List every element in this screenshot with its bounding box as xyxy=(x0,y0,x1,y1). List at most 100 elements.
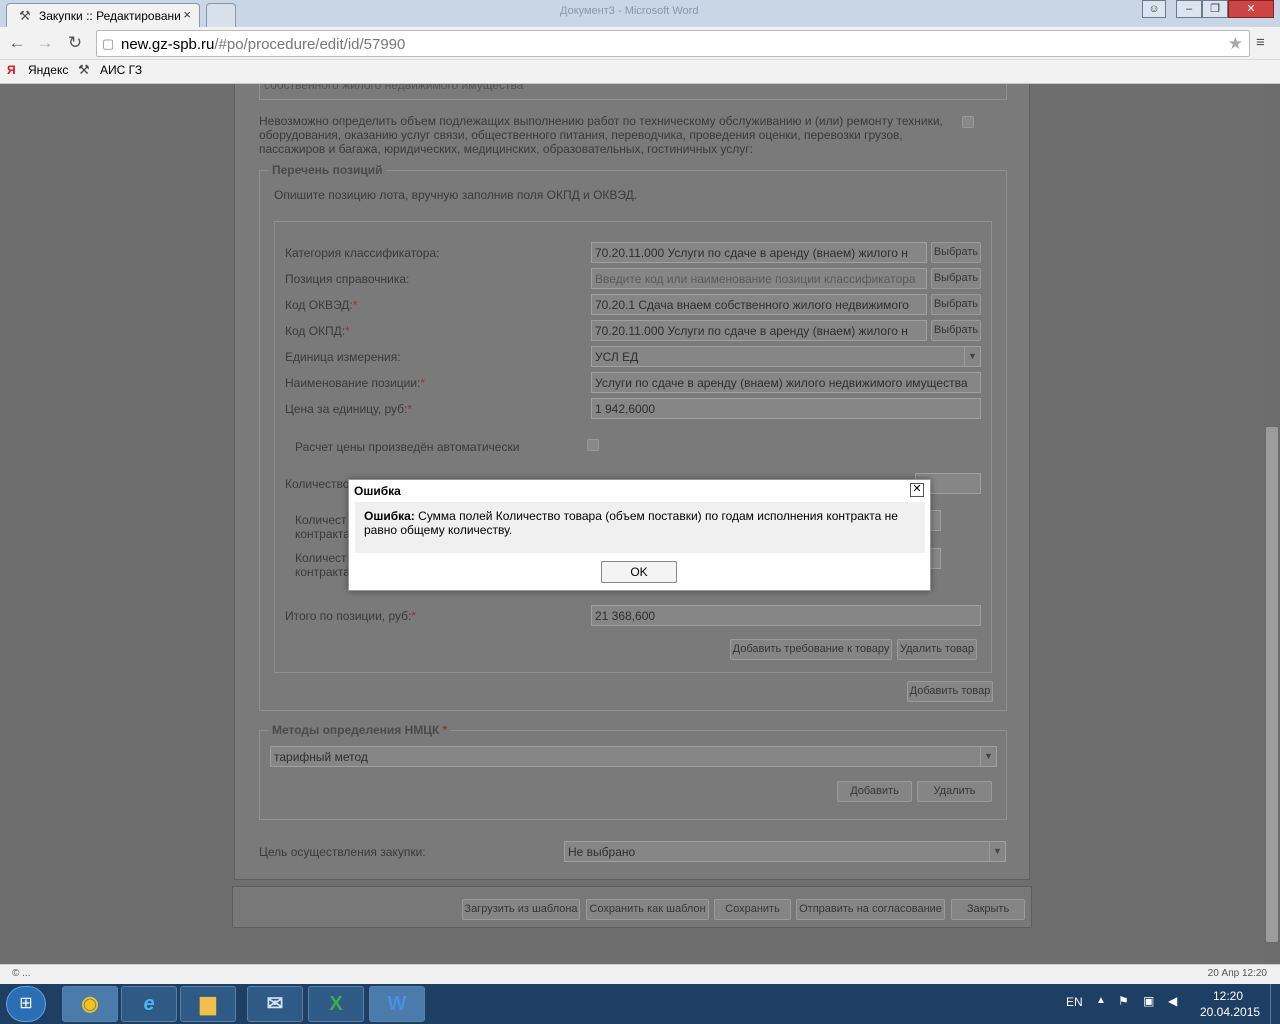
taskbar-ie[interactable]: e xyxy=(121,986,177,1022)
taskbar-chrome[interactable]: ◉ xyxy=(62,986,118,1022)
name-input[interactable]: Услуги по сдаче в аренду (внаем) жилого … xyxy=(591,372,981,393)
delete-item-button[interactable]: Удалить товар xyxy=(897,639,977,660)
okpd-label: Код ОКПД:* xyxy=(285,324,350,338)
clock-time[interactable]: 12:20 xyxy=(1213,989,1243,1003)
positions-fieldset: Перечень позиций Опишите позицию лота, в… xyxy=(259,163,1007,711)
tab-active[interactable]: ⚒ Закупки :: Редактировани × xyxy=(6,3,200,27)
menu-icon[interactable]: ≡ xyxy=(1256,34,1265,51)
status-datetime: 20 Апр 12:20 xyxy=(1207,968,1267,979)
choose-okpd-button[interactable]: Выбрать xyxy=(931,320,981,341)
positions-legend: Перечень позиций xyxy=(268,163,387,177)
price-label-text: Цена за единицу, руб: xyxy=(285,402,408,416)
qty-year1-label: Количест контракта xyxy=(295,513,350,541)
total-label: Итого по позиции, руб:* xyxy=(285,609,416,623)
add-requirement-button[interactable]: Добавить требование к товару xyxy=(730,639,892,660)
taskbar-word[interactable]: W xyxy=(369,986,425,1022)
cannot-determine-label: Невозможно определить объем подлежащих в… xyxy=(259,114,943,156)
required-mark: * xyxy=(411,609,417,623)
nmck-fieldset: Методы определения НМЦК * тарифный метод… xyxy=(259,723,1007,820)
save-as-template-button[interactable]: Сохранить как шаблон xyxy=(586,899,709,920)
okpd-input[interactable]: 70.20.11.000 Услуги по сдаче в аренду (в… xyxy=(591,320,927,341)
required-mark: * xyxy=(442,723,448,737)
chevron-down-icon: ▼ xyxy=(989,842,1005,861)
positions-hint: Опишите позицию лота, вручную заполнив п… xyxy=(274,188,638,202)
show-desktop-button[interactable] xyxy=(1270,984,1280,1024)
address-bar[interactable]: ▢ new.gz-spb.ru/#po/procedure/edit/id/57… xyxy=(96,30,1250,57)
status-left: © ... xyxy=(12,968,31,979)
unit-select[interactable]: УСЛ ЕД ▼ xyxy=(591,346,981,367)
url-host: new.gz-spb.ru xyxy=(121,36,215,53)
clock-date[interactable]: 20.04.2015 xyxy=(1200,1005,1260,1019)
save-button[interactable]: Сохранить xyxy=(714,899,791,920)
close-icon[interactable]: ✕ xyxy=(910,483,924,497)
cannot-determine-checkbox[interactable] xyxy=(962,116,974,128)
page-scrollbar[interactable] xyxy=(1264,84,1280,964)
ok-button[interactable]: OK xyxy=(601,561,677,583)
back-arrow-icon[interactable]: ← xyxy=(6,32,28,54)
qty-year1-label-a: Количест xyxy=(295,513,347,527)
category-input[interactable]: 70.20.11.000 Услуги по сдаче в аренду (в… xyxy=(591,242,927,263)
hammer-icon: ⚒ xyxy=(78,62,90,77)
flag-icon[interactable]: ⚑ xyxy=(1118,994,1129,1008)
nmck-select[interactable]: тарифный метод ▼ xyxy=(270,746,997,767)
status-bar: © ... 20 Апр 12:20 xyxy=(0,964,1280,984)
close-form-button[interactable]: Закрыть xyxy=(951,899,1025,920)
taskbar-excel[interactable]: X xyxy=(308,986,364,1022)
taskbar-explorer[interactable]: ▆ xyxy=(180,986,236,1022)
purpose-select[interactable]: Не выбрано ▼ xyxy=(564,841,1006,862)
dialog-message: Ошибка: Сумма полей Количество товара (о… xyxy=(355,502,925,553)
name-label-text: Наименование позиции: xyxy=(285,376,421,390)
top-cut-text: собственного жилого недвижимого имуществ… xyxy=(264,84,524,92)
unit-label: Единица измерения: xyxy=(285,350,401,364)
total-input[interactable]: 21 368,600 xyxy=(591,605,981,626)
tray-expand-icon[interactable]: ▲ xyxy=(1096,995,1106,1006)
choose-okved-button[interactable]: Выбрать xyxy=(931,294,981,315)
close-tab-icon[interactable]: × xyxy=(183,7,191,22)
language-indicator[interactable]: EN xyxy=(1066,995,1083,1009)
bookmark-ais-gz[interactable]: АИС ГЗ xyxy=(100,63,142,77)
forward-arrow-icon[interactable]: → xyxy=(34,32,56,54)
bookmarks-bar: Я Яндекс ⚒ АИС ГЗ xyxy=(0,60,1280,84)
choose-ref-position-button[interactable]: Выбрать xyxy=(931,268,981,289)
hammer-icon: ⚒ xyxy=(19,8,31,23)
dialog-message-prefix: Ошибка: xyxy=(364,509,415,523)
reload-icon[interactable]: ↻ xyxy=(64,32,86,54)
dialog-message-text: Сумма полей Количество товара (объем пос… xyxy=(364,509,898,537)
okpd-label-text: Код ОКПД: xyxy=(285,324,346,338)
auto-price-checkbox[interactable] xyxy=(587,439,599,451)
choose-category-button[interactable]: Выбрать xyxy=(931,242,981,263)
okved-input[interactable]: 70.20.1 Сдача внаем собственного жилого … xyxy=(591,294,927,315)
taskbar-thunderbird[interactable]: ✉ xyxy=(247,986,303,1022)
minimize-button[interactable]: – xyxy=(1176,0,1202,18)
folder-icon: ▆ xyxy=(200,993,216,1015)
load-template-button[interactable]: Загрузить из шаблона xyxy=(462,899,580,920)
delete-method-button[interactable]: Удалить xyxy=(917,781,992,802)
required-mark: * xyxy=(345,324,350,338)
user-icon[interactable]: ☺ xyxy=(1142,0,1166,18)
volume-icon[interactable]: ◀ xyxy=(1168,994,1177,1008)
okved-label: Код ОКВЭД:* xyxy=(285,298,357,312)
bookmark-yandex[interactable]: Яндекс xyxy=(28,63,68,77)
send-for-approval-button[interactable]: Отправить на согласование xyxy=(796,899,945,920)
network-icon[interactable]: ▣ xyxy=(1143,994,1154,1008)
required-mark: * xyxy=(407,402,413,416)
price-input[interactable]: 1 942,6000 xyxy=(591,398,981,419)
restore-button[interactable]: ❐ xyxy=(1202,0,1228,18)
scrollbar-thumb[interactable] xyxy=(1266,427,1278,942)
purpose-label: Цель осуществления закупки: xyxy=(259,845,426,859)
start-button-icon[interactable]: ⊞ xyxy=(6,986,46,1022)
add-item-button[interactable]: Добавить товар xyxy=(907,681,993,702)
bg-window-title: Документ3 - Microsoft Word xyxy=(560,5,699,17)
name-label: Наименование позиции:* xyxy=(285,376,425,390)
ref-position-input[interactable]: Введите код или наименование позиции кла… xyxy=(591,268,927,289)
price-label: Цена за единицу, руб:* xyxy=(285,402,412,416)
total-label-text: Итого по позиции, руб: xyxy=(285,609,412,623)
add-method-button[interactable]: Добавить xyxy=(837,781,912,802)
qty-year2-label-b: контракта xyxy=(295,565,350,579)
star-icon[interactable]: ★ xyxy=(1228,34,1243,54)
close-window-button[interactable]: ✕ xyxy=(1228,0,1274,18)
tab-title: Закупки :: Редактировани xyxy=(39,9,181,23)
dialog-title: Ошибка xyxy=(354,484,401,498)
new-tab-button[interactable] xyxy=(206,3,236,27)
ref-position-label: Позиция справочника: xyxy=(285,272,410,286)
